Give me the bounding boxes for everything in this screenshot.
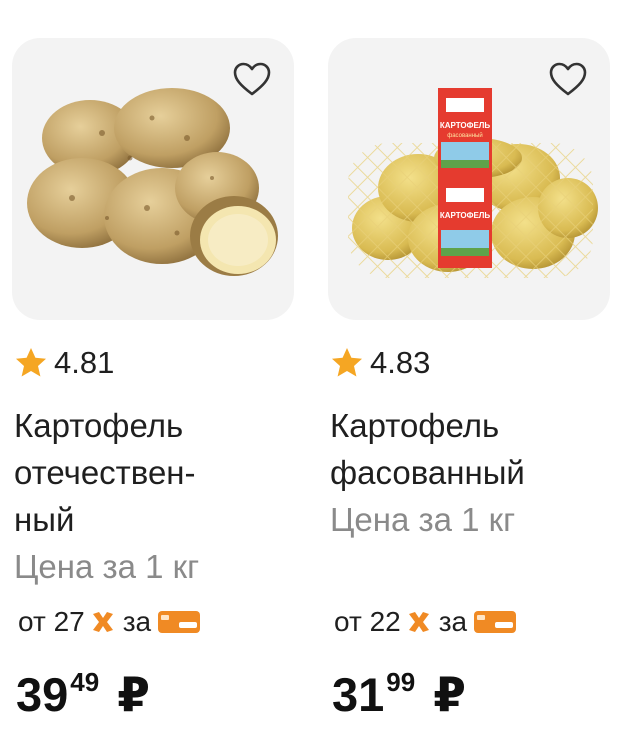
rating: 4.81 xyxy=(14,343,114,383)
bag-label-line1-lower: КАРТОФЕЛЬ xyxy=(440,211,491,220)
promo-from: от xyxy=(18,606,46,637)
price-kopecks: 99 xyxy=(386,667,416,697)
bag-label-line1: КАРТОФЕЛЬ xyxy=(440,121,491,130)
promo-offer: от 27 за xyxy=(18,606,201,638)
heart-outline-icon[interactable] xyxy=(232,60,272,100)
currency-symbol: ₽ xyxy=(433,668,466,721)
price: 3949 ₽ xyxy=(16,652,150,725)
product-title[interactable]: Картофель фасованный xyxy=(330,402,610,496)
rating: 4.83 xyxy=(330,343,430,383)
promo-za: за xyxy=(122,606,152,637)
promo-threshold: 22 xyxy=(369,606,401,637)
star-icon xyxy=(16,348,46,377)
bag-label: КАРТОФЕЛЬ фасованный КАРТОФЕЛЬ xyxy=(438,88,492,268)
product-image[interactable] xyxy=(12,38,294,320)
mir-card-icon xyxy=(158,611,201,633)
star-icon xyxy=(332,348,362,377)
promo-offer: от 22 за xyxy=(334,606,517,638)
price-rubles: 31 xyxy=(332,668,385,721)
bag-label-line2: фасованный xyxy=(447,132,482,139)
rating-value: 4.81 xyxy=(54,345,115,380)
product-image[interactable]: КАРТОФЕЛЬ фасованный КАРТОФЕЛЬ xyxy=(328,38,610,320)
promo-from: от xyxy=(334,606,362,637)
rating-value: 4.83 xyxy=(370,345,431,380)
unit-price-label: Цена за 1 кг xyxy=(14,548,200,585)
heart-outline-icon[interactable] xyxy=(548,60,588,100)
price: 3199 ₽ xyxy=(332,652,466,725)
currency-symbol: ₽ xyxy=(117,668,150,721)
x-mark-icon xyxy=(408,612,429,632)
product-card[interactable]: 4.81 Картофель отечествен- ный Цена за 1… xyxy=(12,0,302,742)
product-title[interactable]: Картофель отечествен- ный xyxy=(14,402,294,543)
promo-za: за xyxy=(438,606,468,637)
mir-card-icon xyxy=(474,611,517,633)
promo-threshold: 27 xyxy=(53,606,85,637)
price-rubles: 39 xyxy=(16,668,69,721)
price-kopecks: 49 xyxy=(70,667,100,697)
x-mark-icon xyxy=(92,612,113,632)
product-card[interactable]: КАРТОФЕЛЬ фасованный КАРТОФЕЛЬ 4.83 Карт… xyxy=(328,0,618,742)
unit-price-label: Цена за 1 кг xyxy=(330,501,516,538)
